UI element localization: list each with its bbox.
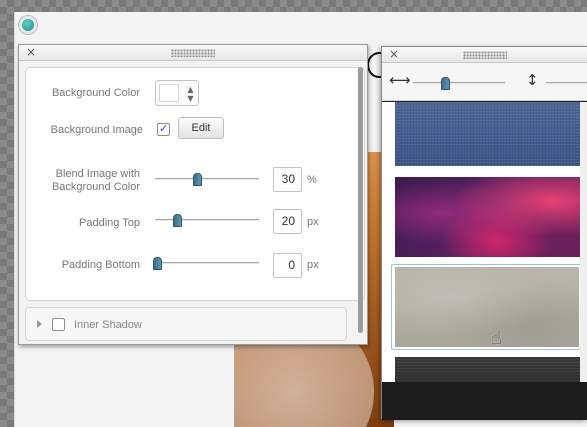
blend-slider-thumb[interactable] — [193, 173, 202, 186]
inner-shadow-checkbox[interactable] — [52, 318, 65, 331]
blend-label-line1: Blend Image with — [55, 168, 140, 180]
padding-bottom-slider-thumb[interactable] — [153, 257, 162, 270]
background-image-checkbox[interactable] — [157, 122, 170, 136]
expand-triangle-icon[interactable] — [37, 320, 42, 328]
padding-bottom-input[interactable]: 0 — [273, 253, 302, 278]
texture-height-slider[interactable] — [546, 82, 587, 84]
canvas-logo-icon[interactable] — [18, 15, 38, 35]
texture-panel: × ⟷ ↕ ☝ — [381, 46, 587, 420]
edit-image-button[interactable]: Edit — [178, 117, 224, 139]
drag-grip-icon[interactable] — [171, 49, 215, 57]
padding-top-slider-thumb[interactable] — [173, 214, 182, 227]
blend-slider[interactable] — [155, 178, 259, 180]
drag-grip-icon[interactable] — [462, 51, 507, 59]
texture-tile-selected-frame[interactable] — [391, 264, 580, 350]
background-color-label: Background Color — [51, 87, 140, 99]
texture-width-slider[interactable] — [413, 82, 505, 84]
blend-unit: % — [307, 174, 317, 186]
texture-tile-denim[interactable] — [395, 102, 580, 166]
padding-top-unit: px — [307, 216, 319, 228]
blend-label: Blend Image with Background Color — [26, 168, 140, 194]
padding-top-slider[interactable] — [155, 219, 259, 221]
texture-tile-dark[interactable] — [395, 357, 580, 382]
blend-label-line2: Background Color — [51, 181, 140, 193]
close-icon[interactable]: × — [389, 48, 399, 61]
padding-bottom-label: Padding Bottom — [61, 259, 140, 271]
inner-shadow-label: Inner Shadow — [74, 319, 142, 331]
texture-panel-footer — [382, 382, 587, 420]
texture-list-scrollbar[interactable] — [580, 102, 587, 382]
hand-cursor-icon: ☝ — [491, 328, 502, 349]
texture-tile-stone[interactable] — [395, 267, 579, 347]
blend-value-input[interactable]: 30 — [273, 167, 302, 192]
padding-top-input[interactable]: 20 — [273, 209, 302, 234]
inner-shadow-section[interactable]: Inner Shadow — [25, 307, 347, 341]
height-arrows-icon: ↕ — [526, 71, 539, 89]
padding-bottom-unit: px — [307, 259, 319, 271]
texture-tile-purple[interactable] — [395, 177, 580, 257]
texture-toolbar: ⟷ ↕ — [382, 63, 587, 101]
panel-scrollbar[interactable] — [358, 67, 363, 333]
texture-list: ☝ — [382, 102, 580, 382]
close-icon[interactable]: × — [26, 46, 36, 59]
padding-bottom-slider[interactable] — [155, 262, 259, 264]
background-properties-panel: × Background Color ▲▼ Background Image E… — [18, 44, 368, 345]
color-swatch-preview — [159, 84, 179, 102]
stepper-arrows-icon[interactable]: ▲▼ — [186, 85, 195, 103]
width-arrows-icon: ⟷ — [389, 71, 411, 89]
background-color-picker[interactable]: ▲▼ — [155, 80, 199, 106]
padding-top-label: Padding Top — [79, 217, 140, 229]
background-section: Background Color ▲▼ Background Image Edi… — [25, 67, 365, 301]
texture-panel-titlebar[interactable]: × — [382, 47, 587, 63]
panel-titlebar[interactable]: × — [19, 45, 367, 61]
background-image-label: Background Image — [50, 124, 143, 136]
texture-width-slider-thumb[interactable] — [441, 77, 450, 90]
